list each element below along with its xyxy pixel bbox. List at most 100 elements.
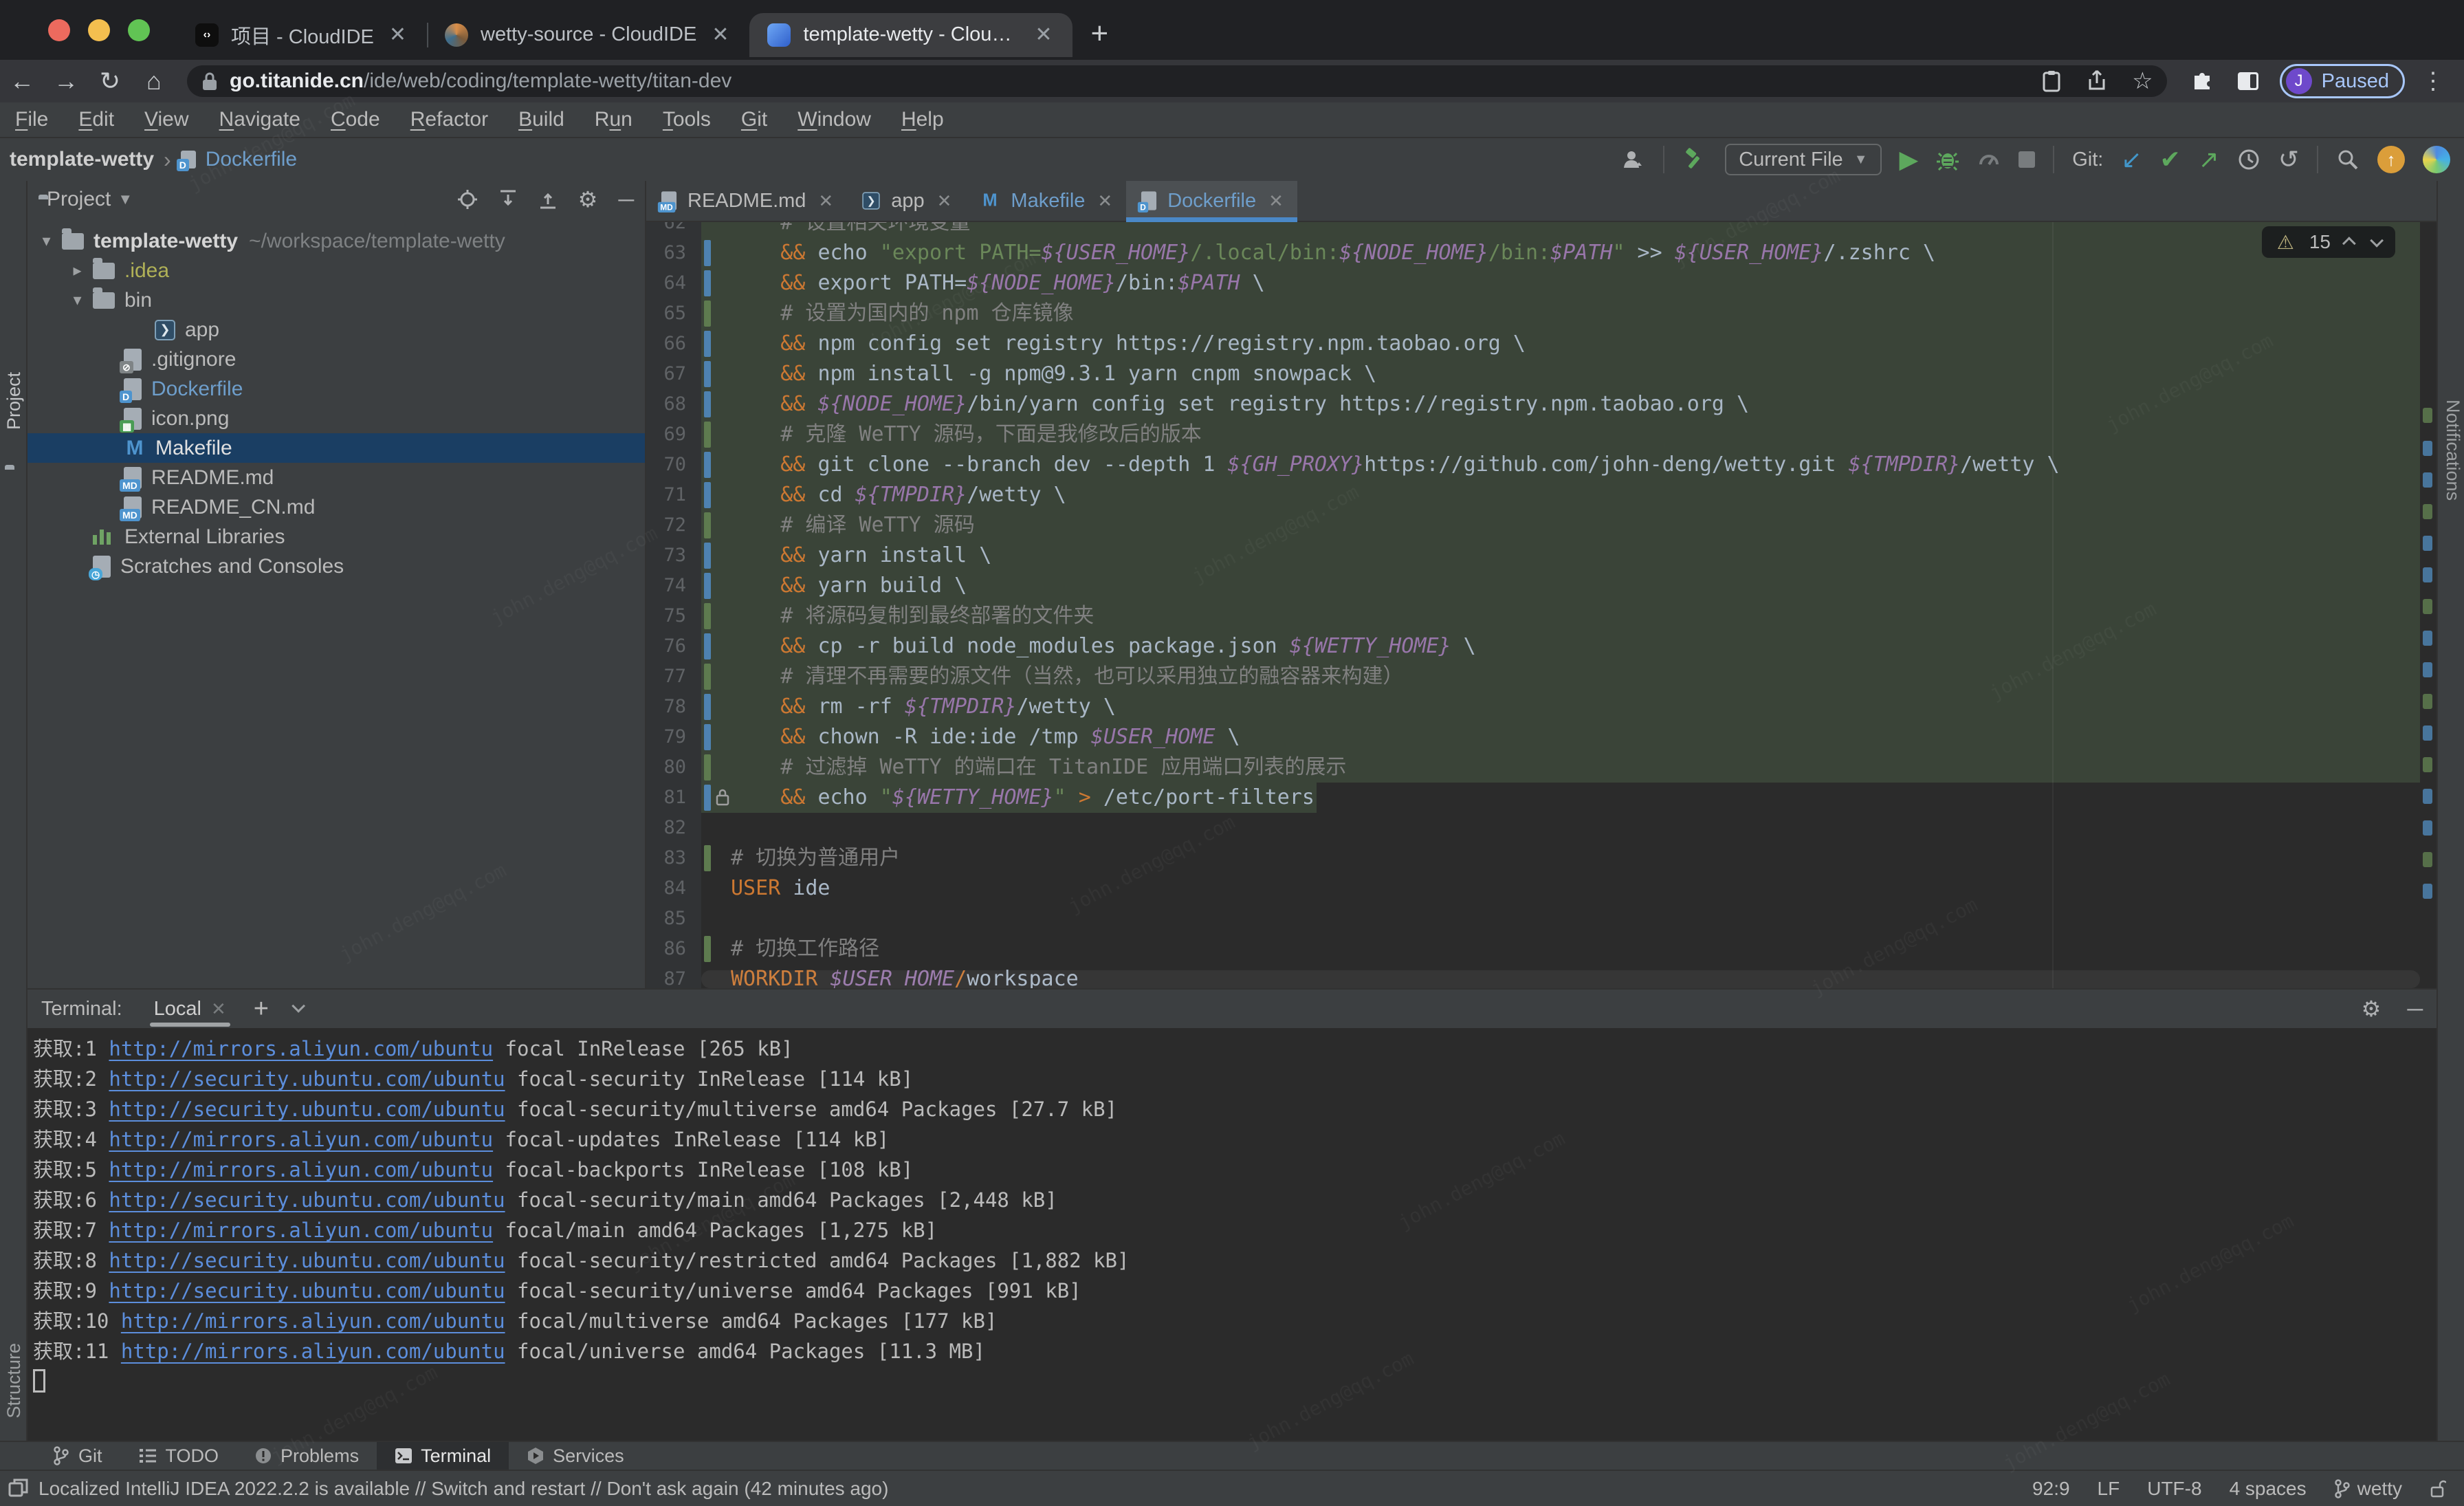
update-available-icon[interactable]: ↑ <box>2377 146 2405 173</box>
code-line[interactable]: 87WORKDIR $USER_HOME/workspace <box>646 964 2420 988</box>
close-icon[interactable]: ✕ <box>1097 190 1112 212</box>
terminal-dropdown-icon[interactable] <box>292 1003 302 1016</box>
tree-item-app[interactable]: ❯app <box>28 315 645 345</box>
tool-button-structure[interactable]: Structure <box>3 1343 25 1419</box>
menu-code[interactable]: Code <box>316 108 395 131</box>
menu-edit[interactable]: Edit <box>63 108 129 131</box>
git-commit-icon[interactable]: ✔ <box>2159 147 2180 172</box>
terminal-link[interactable]: http://mirrors.aliyun.com/ubuntu <box>109 1158 493 1181</box>
chevron-down-icon[interactable]: ▾ <box>62 290 93 310</box>
close-icon[interactable]: ✕ <box>386 23 409 47</box>
code-line[interactable]: 64 && export PATH=${NODE_HOME}/bin:$PATH… <box>646 268 2420 298</box>
clipboard-icon[interactable] <box>2041 69 2062 93</box>
new-terminal-icon[interactable]: + <box>254 994 269 1024</box>
tree-item-.idea[interactable]: ▸.idea <box>28 256 645 285</box>
expand-all-icon[interactable] <box>498 189 518 210</box>
search-everywhere-icon[interactable] <box>2336 148 2360 171</box>
rollback-icon[interactable]: ↺ <box>2278 147 2299 172</box>
breadcrumb-project[interactable]: template-wetty <box>10 148 154 171</box>
code-line[interactable]: 81 && echo "${WETTY_HOME}" > /etc/port-f… <box>646 783 2420 813</box>
editor-tab-Dockerfile[interactable]: DDockerfile✕ <box>1126 181 1297 221</box>
git-branch[interactable]: wetty <box>2334 1478 2402 1500</box>
tree-item-README.md[interactable]: MDREADME.md <box>28 463 645 492</box>
indent-setting[interactable]: 4 spaces <box>2230 1478 2307 1500</box>
tool-button-project[interactable]: Project <box>3 372 25 430</box>
code-line[interactable]: 84USER ide <box>646 873 2420 904</box>
url-bar[interactable]: go.titanide.cn/ide/web/coding/template-w… <box>187 65 2167 97</box>
reload-icon[interactable]: ↻ <box>88 67 132 96</box>
code-line[interactable]: 71 && cd ${TMPDIR}/wetty \ <box>646 480 2420 510</box>
settings-gear-icon[interactable]: ⚙ <box>578 186 598 212</box>
terminal-link[interactable]: http://mirrors.aliyun.com/ubuntu <box>109 1037 493 1060</box>
code-line[interactable]: 83# 切换为普通用户 <box>646 843 2420 873</box>
code-line[interactable]: 76 && cp -r build node_modules package.j… <box>646 631 2420 662</box>
home-icon[interactable]: ⌂ <box>132 67 176 96</box>
side-panel-icon[interactable] <box>2237 72 2259 91</box>
terminal-tab-local[interactable]: Local ✕ <box>154 990 226 1028</box>
terminal-link[interactable]: http://mirrors.aliyun.com/ubuntu <box>109 1128 493 1151</box>
code-line[interactable]: 70 && git clone --branch dev --depth 1 $… <box>646 450 2420 480</box>
close-window-button[interactable] <box>48 19 70 41</box>
menu-tools[interactable]: Tools <box>648 108 726 131</box>
code-line[interactable]: 66 && npm config set registry https://re… <box>646 329 2420 359</box>
menu-window[interactable]: Window <box>782 108 886 131</box>
menu-navigate[interactable]: Navigate <box>204 108 316 131</box>
menu-refactor[interactable]: Refactor <box>395 108 503 131</box>
menu-view[interactable]: View <box>129 108 204 131</box>
terminal-link[interactable]: http://mirrors.aliyun.com/ubuntu <box>109 1219 493 1242</box>
git-push-icon[interactable]: ↗ <box>2199 147 2219 172</box>
terminal-link[interactable]: http://security.ubuntu.com/ubuntu <box>109 1249 505 1272</box>
stop-icon[interactable] <box>2018 151 2035 168</box>
code-line[interactable]: 77 # 清理不再需要的源文件（当然，也可以采用独立的融容器来构建） <box>646 662 2420 692</box>
menu-run[interactable]: Run <box>580 108 648 131</box>
terminal-settings-gear-icon[interactable]: ⚙ <box>2362 996 2382 1022</box>
maximize-window-button[interactable] <box>128 19 150 41</box>
tool-window-button-todo[interactable]: TODO <box>120 1442 237 1470</box>
code-line[interactable]: 85 <box>646 904 2420 934</box>
code-line[interactable]: 68 && ${NODE_HOME}/bin/yarn config set r… <box>646 389 2420 419</box>
editor-tab-Makefile[interactable]: MMakefile✕ <box>965 181 1126 221</box>
code-line[interactable]: 74 && yarn build \ <box>646 571 2420 601</box>
code-line[interactable]: 62 # 设置相关环境变量 <box>646 222 2420 238</box>
history-clock-icon[interactable] <box>2237 148 2260 171</box>
tool-window-button-problems[interactable]: Problems <box>236 1442 377 1470</box>
code-line[interactable]: 65 # 设置为国内的 npm 仓库镜像 <box>646 298 2420 329</box>
debug-bug-icon[interactable] <box>1936 148 1959 171</box>
next-warning-icon[interactable] <box>2370 234 2384 248</box>
tree-item-ExternalLibraries[interactable]: External Libraries <box>28 522 645 552</box>
profile-chip[interactable]: J Paused <box>2280 64 2405 98</box>
code-line[interactable]: 73 && yarn install \ <box>646 541 2420 571</box>
terminal-link[interactable]: http://mirrors.aliyun.com/ubuntu <box>121 1309 505 1333</box>
code-line[interactable]: 79 && chown -R ide:ide /tmp $USER_HOME \ <box>646 722 2420 752</box>
locate-file-icon[interactable] <box>457 189 478 210</box>
close-icon[interactable]: ✕ <box>1032 23 1055 47</box>
terminal-link[interactable]: http://security.ubuntu.com/ubuntu <box>109 1188 505 1212</box>
code-line[interactable]: 75 # 将源码复制到最终部署的文件夹 <box>646 601 2420 631</box>
caret-position[interactable]: 92:9 <box>2032 1478 2070 1500</box>
encoding[interactable]: UTF-8 <box>2147 1478 2201 1500</box>
close-icon[interactable]: ✕ <box>937 190 952 212</box>
editor-tab-README.md[interactable]: MDREADME.md✕ <box>646 181 847 221</box>
menu-git[interactable]: Git <box>726 108 782 131</box>
browser-tab[interactable]: ‹›项目 - CloudIDE✕ <box>177 13 427 57</box>
tree-item-Dockerfile[interactable]: DDockerfile <box>28 374 645 404</box>
tree-item-README_CN.md[interactable]: MDREADME_CN.md <box>28 492 645 522</box>
project-panel-title[interactable]: Project <box>47 188 111 211</box>
terminal-link[interactable]: http://security.ubuntu.com/ubuntu <box>109 1098 505 1121</box>
git-update-icon[interactable]: ↙ <box>2121 147 2142 172</box>
tree-item-.gitignore[interactable]: ⊘.gitignore <box>28 345 645 374</box>
code-line[interactable]: 69 # 克隆 WeTTY 源码，下面是我修改后的版本 <box>646 419 2420 450</box>
menu-help[interactable]: Help <box>886 108 959 131</box>
close-icon[interactable]: ✕ <box>818 190 833 212</box>
code-line[interactable]: 72 # 编译 WeTTY 源码 <box>646 510 2420 541</box>
status-message[interactable]: Localized IntelliJ IDEA 2022.2.2 is avai… <box>38 1478 888 1500</box>
menu-file[interactable]: File <box>0 108 63 131</box>
close-icon[interactable]: ✕ <box>211 998 226 1020</box>
line-ending[interactable]: LF <box>2098 1478 2120 1500</box>
tool-window-button-git[interactable]: Git <box>34 1442 120 1470</box>
extensions-puzzle-icon[interactable] <box>2190 69 2214 93</box>
tree-item-Makefile[interactable]: MMakefile <box>28 433 645 463</box>
tree-item-icon.png[interactable]: ▦icon.png <box>28 404 645 433</box>
collapse-all-icon[interactable] <box>538 189 558 210</box>
code-line[interactable]: 86# 切换工作路径 <box>646 934 2420 964</box>
